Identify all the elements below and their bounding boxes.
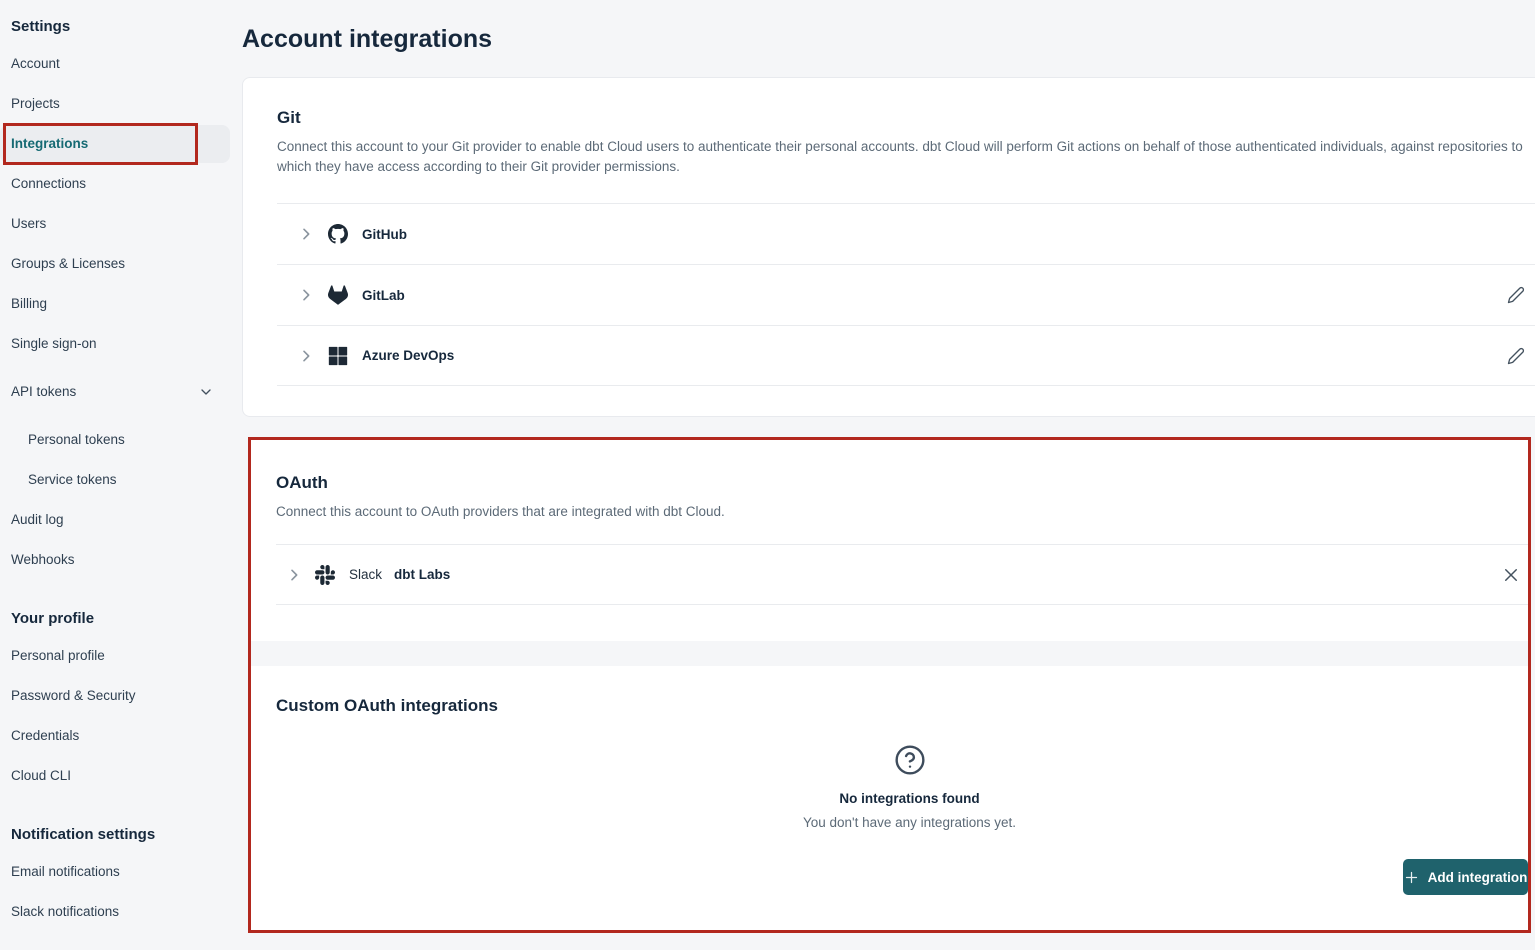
git-provider-name: Azure DevOps xyxy=(362,348,454,363)
sidebar-item-password-security[interactable]: Password & Security xyxy=(0,676,230,716)
github-icon xyxy=(328,224,348,244)
oauth-provider-name: Slack xyxy=(349,567,382,582)
gitlab-icon xyxy=(328,285,348,305)
git-provider-list: GitHub GitLab Azure DevOps xyxy=(277,203,1535,386)
sidebar-item-label: Groups & Licenses xyxy=(11,256,125,271)
slack-icon xyxy=(315,565,335,585)
add-integration-button-label: Add integration xyxy=(1428,870,1528,885)
sidebar-item-cloud-cli[interactable]: Cloud CLI xyxy=(0,756,230,796)
chevron-right-icon[interactable] xyxy=(298,287,314,303)
oauth-provider-row-slack[interactable]: Slack dbt Labs xyxy=(276,544,1528,605)
sidebar-item-audit-log[interactable]: Audit log xyxy=(0,500,230,540)
add-integration-button[interactable]: Add integration xyxy=(1403,859,1528,895)
x-icon[interactable] xyxy=(1502,566,1520,584)
chevron-down-icon[interactable] xyxy=(198,384,214,400)
sidebar-item-label: Personal profile xyxy=(11,648,105,663)
sidebar-item-label: Account xyxy=(11,56,60,71)
sidebar-item-personal-tokens[interactable]: Personal tokens xyxy=(0,420,230,460)
sidebar-item-service-tokens[interactable]: Service tokens xyxy=(0,460,230,500)
sidebar-item-label: Slack notifications xyxy=(11,904,119,919)
oauth-account-name: dbt Labs xyxy=(394,567,450,582)
sidebar-item-label: Personal tokens xyxy=(28,432,125,447)
sidebar-item-label: Projects xyxy=(11,96,60,111)
git-section-heading: Git xyxy=(277,108,1535,128)
chevron-right-icon[interactable] xyxy=(298,348,314,364)
sidebar-item-label: Users xyxy=(11,216,46,231)
sidebar-item-label: Cloud CLI xyxy=(11,768,71,783)
sidebar-item-groups-licenses[interactable]: Groups & Licenses xyxy=(0,244,230,284)
sidebar-item-label: Service tokens xyxy=(28,472,117,487)
empty-state: No integrations found You don't have any… xyxy=(251,744,1528,830)
sidebar-item-label: Connections xyxy=(11,176,86,191)
question-circle-icon xyxy=(894,744,926,776)
sidebar-item-email-notifications[interactable]: Email notifications xyxy=(0,852,230,892)
sidebar-item-slack-notifications[interactable]: Slack notifications xyxy=(0,892,230,932)
sidebar-item-account[interactable]: Account xyxy=(0,44,230,84)
sidebar-item-billing[interactable]: Billing xyxy=(0,284,230,324)
sidebar-heading-settings: Settings xyxy=(0,10,230,44)
page-title: Account integrations xyxy=(242,25,492,54)
annotation-highlight-box-oauth: OAuth Connect this account to OAuth prov… xyxy=(248,437,1531,933)
oauth-card: OAuth Connect this account to OAuth prov… xyxy=(251,440,1528,641)
chevron-right-icon[interactable] xyxy=(286,567,302,583)
git-provider-name: GitHub xyxy=(362,227,407,242)
oauth-section-description: Connect this account to OAuth providers … xyxy=(276,502,1528,522)
sidebar-item-connections[interactable]: Connections xyxy=(0,164,230,204)
sidebar-item-label: Integrations xyxy=(11,136,88,151)
oauth-section-heading: OAuth xyxy=(276,473,1528,493)
azure-devops-icon xyxy=(328,346,348,366)
sidebar-item-label: API tokens xyxy=(11,384,76,399)
sidebar-item-webhooks[interactable]: Webhooks xyxy=(0,540,230,580)
sidebar-item-integrations[interactable]: Integrations xyxy=(0,124,230,164)
sidebar-item-single-sign-on[interactable]: Single sign-on xyxy=(0,324,230,364)
sidebar-item-label: Password & Security xyxy=(11,688,136,703)
sidebar-item-label: Audit log xyxy=(11,512,64,527)
sidebar-item-projects[interactable]: Projects xyxy=(0,84,230,124)
git-provider-row-github[interactable]: GitHub xyxy=(277,203,1535,264)
sidebar-item-credentials[interactable]: Credentials xyxy=(0,716,230,756)
sidebar-item-personal-profile[interactable]: Personal profile xyxy=(0,636,230,676)
pencil-icon[interactable] xyxy=(1507,347,1525,365)
git-provider-row-azure-devops[interactable]: Azure DevOps xyxy=(277,325,1535,386)
account-integrations-page: { "sidebar": { "settings_heading": "Sett… xyxy=(0,0,1535,950)
empty-state-title: No integrations found xyxy=(291,791,1528,806)
card-gap xyxy=(251,641,1528,666)
custom-oauth-integrations-card: Custom OAuth integrations No integration… xyxy=(251,666,1528,930)
git-provider-name: GitLab xyxy=(362,288,405,303)
git-provider-row-gitlab[interactable]: GitLab xyxy=(277,264,1535,325)
sidebar-heading-your-profile: Your profile xyxy=(0,602,230,636)
git-section-description: Connect this account to your Git provide… xyxy=(277,137,1535,177)
chevron-right-icon[interactable] xyxy=(298,226,314,242)
settings-sidebar: Settings Account Projects Integrations C… xyxy=(0,0,230,950)
sidebar-item-users[interactable]: Users xyxy=(0,204,230,244)
sidebar-item-label: Credentials xyxy=(11,728,79,743)
plus-icon xyxy=(1404,870,1419,885)
sidebar-item-label: Single sign-on xyxy=(11,336,97,351)
sidebar-heading-notification-settings: Notification settings xyxy=(0,818,230,852)
empty-state-message: You don't have any integrations yet. xyxy=(291,815,1528,830)
sidebar-item-api-tokens[interactable]: API tokens xyxy=(0,372,230,412)
sidebar-item-label: Webhooks xyxy=(11,552,75,567)
sidebar-item-label: Email notifications xyxy=(11,864,120,879)
git-integrations-card: Git Connect this account to your Git pro… xyxy=(242,77,1535,417)
pencil-icon[interactable] xyxy=(1507,286,1525,304)
custom-oauth-section-heading: Custom OAuth integrations xyxy=(276,696,1528,716)
sidebar-item-label: Billing xyxy=(11,296,47,311)
